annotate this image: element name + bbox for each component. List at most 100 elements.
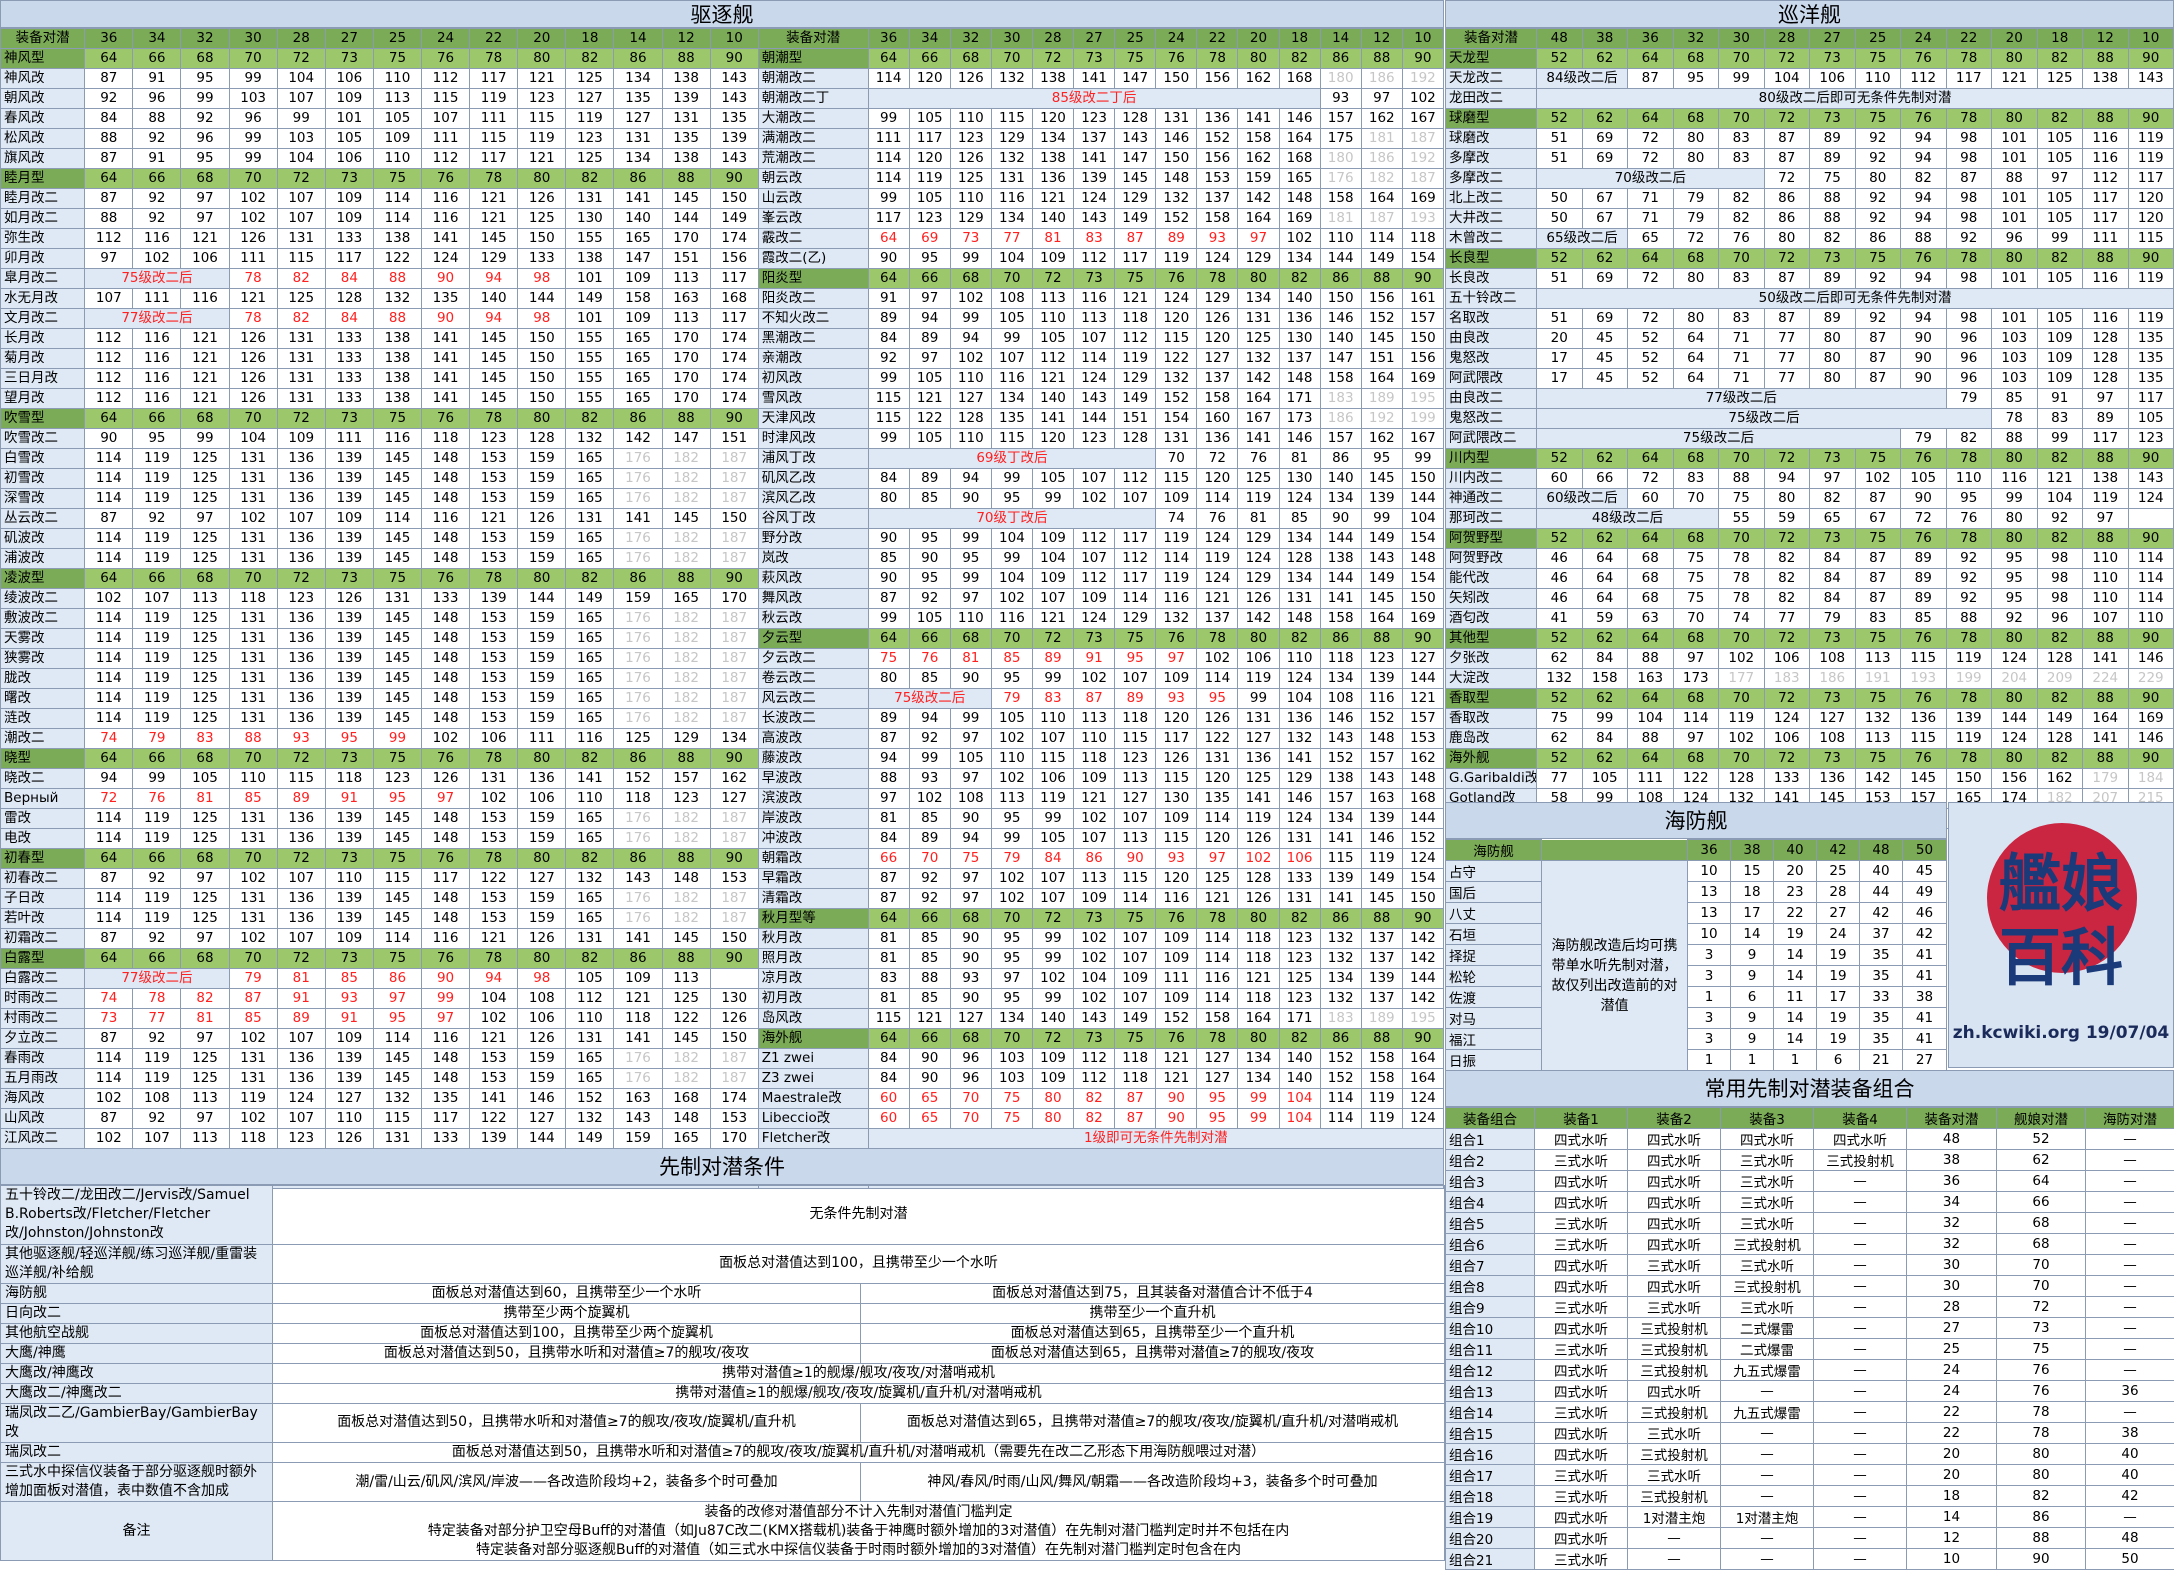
cruiser-table: 装备对潜4838363230282725242220181210天龙型52626… [1445, 28, 2174, 829]
dd-value-cell: 99 [950, 309, 991, 329]
combo-cell: — [1721, 1549, 1814, 1570]
dd-value-cell: 72 [277, 169, 325, 189]
dd-value-cell: 82 [566, 749, 614, 769]
cl-value-cell: 90 [1901, 489, 1947, 509]
combo-cell: 三式水听 [1535, 1150, 1628, 1171]
combo-cell: 52 [1997, 1129, 2086, 1150]
dd-value-cell: 187 [1402, 169, 1443, 189]
cl-value-cell: 82 [1764, 549, 1810, 569]
dd-value-cell: 181 [1361, 129, 1402, 149]
dd-ship-name: 电改 [1, 829, 85, 849]
dd-value-cell: 165 [566, 829, 614, 849]
dd-ship-name: 春雨改 [1, 1049, 85, 1069]
dd-value-cell: 90 [909, 1049, 950, 1069]
dd-ship-name: 岸波改 [758, 809, 868, 829]
dd-value-cell: 158 [1361, 1049, 1402, 1069]
combo-cell: 四式水听 [1535, 1192, 1628, 1213]
dd-value-cell: 104 [1279, 1109, 1320, 1129]
combo-row: 组合3四式水听四式水听三式水听—3664— [1446, 1171, 2174, 1192]
dd-value-cell: 90 [950, 929, 991, 949]
dd-value-cell: 70 [229, 849, 277, 869]
combo-cell: — [2086, 1360, 2174, 1381]
cl-value-cell: 97 [1673, 729, 1719, 749]
dd-value-cell: 187 [710, 909, 758, 929]
cl-ship-name: 阿贺野改 [1446, 549, 1537, 569]
cruiser-row: 神通改二60级改二后607075808287909599104119124 [1446, 489, 2174, 509]
dd-value-cell: 121 [909, 389, 950, 409]
de-value-cell: 18 [1731, 882, 1774, 903]
dd-value-cell: 90 [1402, 49, 1443, 69]
dd-value-cell: 148 [1402, 769, 1443, 789]
dd-value-cell: 165 [662, 1129, 710, 1149]
destroyer-header-cell: 27 [325, 29, 373, 49]
combo-cell: 25 [1907, 1339, 1997, 1360]
combo-row: 组合21三式水听———109050 [1446, 1549, 2174, 1570]
dd-value-cell: 116 [133, 349, 181, 369]
dd-value-cell: 152 [1197, 129, 1238, 149]
dd-value-cell: 126 [325, 589, 373, 609]
dd-value-cell: 120 [1197, 469, 1238, 489]
cl-ship-name: 川内改二 [1446, 469, 1537, 489]
dd-value-cell: 92 [868, 349, 909, 369]
dd-value-cell: 159 [518, 629, 566, 649]
dd-value-cell: 159 [518, 1069, 566, 1089]
dd-value-cell: 95 [181, 69, 229, 89]
cl-ship-name: 夕张改 [1446, 649, 1537, 669]
cond-value: 面板总对潜值达到100，且携带至少一个水听 [273, 1244, 1445, 1283]
cl-value-cell: 52 [1537, 49, 1583, 69]
cl-value-cell: 82 [2037, 749, 2083, 769]
dd-value-cell: 125 [181, 689, 229, 709]
cl-value-cell: 98 [1946, 129, 1992, 149]
destroyer-header-cell: 36 [85, 29, 133, 49]
dd-value-cell: 148 [1279, 369, 1320, 389]
dd-value-cell: 82 [1279, 629, 1320, 649]
cl-value-cell: 103 [1992, 329, 2038, 349]
cl-value-cell: 83 [2037, 409, 2083, 429]
de-value-cell: 9 [1731, 1029, 1774, 1050]
dd-value-cell: 125 [662, 989, 710, 1009]
dd-value-cell: 78 [1197, 269, 1238, 289]
dd-value-cell: 151 [1361, 349, 1402, 369]
cl-value-cell: 110 [2083, 589, 2129, 609]
cond-row: 海防舰面板总对潜值达到60，且携带至少一个水听面板总对潜值达到75，且其装备对潜… [1, 1283, 1445, 1303]
cruiser-header-cell: 22 [1946, 29, 1992, 49]
cl-value-cell: 119 [2083, 489, 2129, 509]
dd-value-cell: 119 [133, 669, 181, 689]
dd-value-cell: 114 [85, 669, 133, 689]
dd-value-cell: 141 [566, 769, 614, 789]
dd-value-cell: 169 [1279, 209, 1320, 229]
destroyer-row: 晓型6466687072737576788082868890藤波改9499105… [1, 749, 1444, 769]
dd-value-cell: 97 [1156, 649, 1197, 669]
dd-value-cell: 141 [1074, 69, 1115, 89]
dd-value-cell: 118 [229, 589, 277, 609]
dd-value-cell: 66 [133, 849, 181, 869]
combo-cell: 组合16 [1446, 1444, 1535, 1465]
dd-value-cell: 159 [518, 709, 566, 729]
dd-value-cell: 95 [909, 249, 950, 269]
dd-value-cell: 123 [909, 209, 950, 229]
dd-value-cell: 91 [133, 149, 181, 169]
dd-value-cell: 123 [277, 1129, 325, 1149]
dd-value-cell: 115 [1156, 329, 1197, 349]
dd-value-cell: 131 [566, 1029, 614, 1049]
dd-value-cell: 105 [991, 309, 1032, 329]
dd-value-cell: 135 [991, 409, 1032, 429]
dd-ship-name: 浦波改 [1, 549, 85, 569]
dd-value-cell: 129 [1115, 609, 1156, 629]
de-value-cell: 41 [1903, 966, 1947, 987]
cond-value: 面板总对潜值达到50，且携带水听和对潜值≥7的舰攻/夜攻 [273, 1343, 861, 1363]
destroyer-header-cell: 装备对潜 [1, 29, 85, 49]
cl-ship-name: 五十铃改二 [1446, 289, 1537, 309]
dd-value-cell: 102 [1074, 669, 1115, 689]
dd-value-cell: 145 [373, 649, 421, 669]
cl-ship-name: 阿武隈改二 [1446, 429, 1537, 449]
dd-ship-name: 时雨改二 [1, 989, 85, 1009]
dd-value-cell: 90 [710, 749, 758, 769]
dd-ship-name: 丛云改二 [1, 509, 85, 529]
dd-value-cell: 86 [1320, 629, 1361, 649]
cl-value-cell: 97 [2037, 169, 2083, 189]
destroyer-header-cell: 20 [1238, 29, 1279, 49]
dd-ship-name: 江风改二 [1, 1129, 85, 1149]
dd-value-cell: 70 [229, 949, 277, 969]
cl-value-cell: 72 [1764, 449, 1810, 469]
